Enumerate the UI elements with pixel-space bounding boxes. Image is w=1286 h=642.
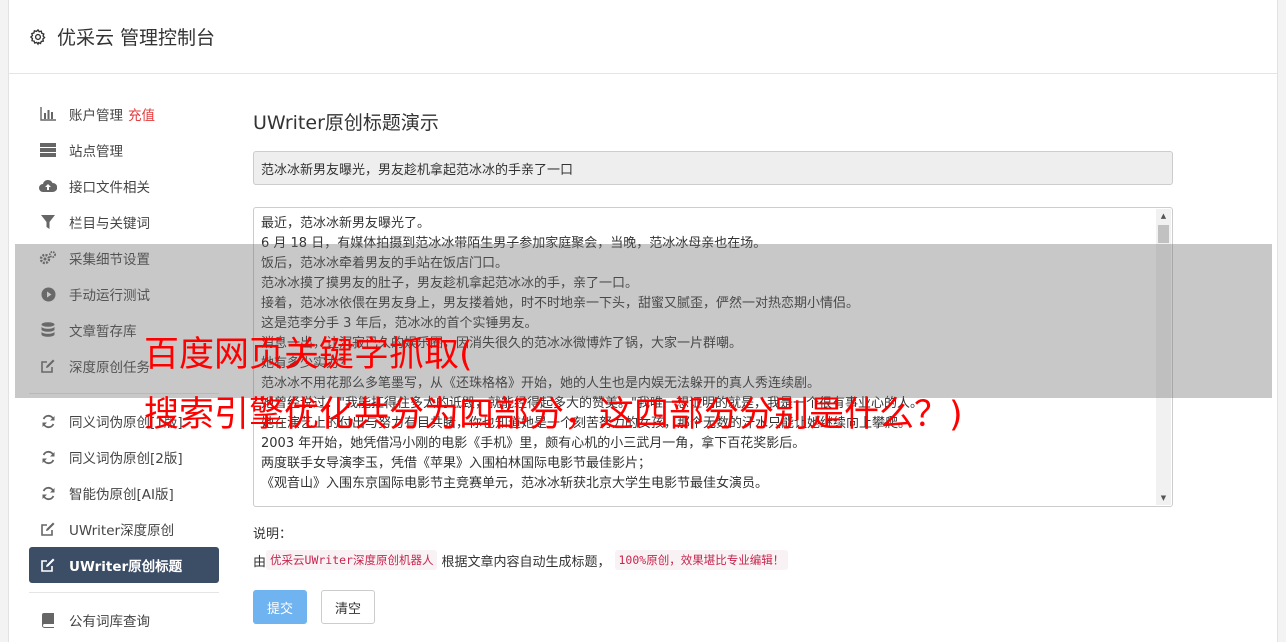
book-icon bbox=[39, 612, 57, 628]
sidebar-item-label: 公有词库查询 bbox=[69, 614, 150, 630]
panel-header: 优采云 管理控制台 bbox=[9, 0, 1277, 74]
cloud-upload-icon bbox=[39, 178, 57, 194]
sidebar-item-label: 接口文件相关 bbox=[69, 180, 150, 196]
article-line: 《观音山》入围东京国际电影节主竞赛单元，范冰冰斩获北京大学生电影节最佳女演员。 bbox=[261, 476, 769, 491]
sidebar-item-synonym-v2[interactable]: 同义词伪原创[2版] bbox=[29, 439, 219, 475]
sidebar-item-label: UWriter原创标题 bbox=[69, 559, 183, 575]
sidebar-item-uwriter-title[interactable]: UWriter原创标题 bbox=[29, 547, 219, 583]
sidebar-item-label: 站点管理 bbox=[69, 144, 123, 160]
note-prefix: 由 bbox=[253, 554, 267, 570]
edit-icon bbox=[39, 557, 57, 573]
article-line: 两度联手女导演李玉，凭借《苹果》入围柏林国际电影节最佳影片； bbox=[261, 456, 652, 471]
sidebar-item-label: 智能伪原创[AI版] bbox=[69, 487, 174, 503]
sidebar-item-columns-keywords[interactable]: 栏目与关键词 bbox=[29, 204, 219, 240]
server-icon bbox=[39, 142, 57, 158]
scroll-down-arrow-icon[interactable]: ▼ bbox=[1156, 491, 1171, 505]
overlay-caption-line2: 搜索引擎优化共分为四部分，这四部分分别是什么？) bbox=[144, 395, 963, 435]
sidebar-item-public-lexicon[interactable]: 公有词库查询 bbox=[29, 602, 219, 638]
note-line: 由 优采云UWriter深度原创机器人 根据文章内容自动生成标题， 100%原创… bbox=[253, 550, 1173, 570]
refresh-icon bbox=[39, 449, 57, 465]
recharge-link[interactable]: 充值 bbox=[128, 104, 155, 124]
article-line: 最近，范冰冰新男友曝光了。 bbox=[261, 216, 431, 231]
refresh-icon bbox=[39, 485, 57, 501]
bar-chart-icon bbox=[39, 106, 57, 122]
form-actions: 提交 清空 bbox=[253, 590, 1173, 624]
edit-icon bbox=[39, 521, 57, 537]
note-label: 说明： bbox=[253, 527, 293, 542]
sidebar-item-uwriter-deep[interactable]: UWriter深度原创 bbox=[29, 511, 219, 547]
overlay-caption-line1: 百度网页关键字抓取( bbox=[144, 335, 473, 375]
refresh-icon bbox=[39, 413, 57, 429]
original-claim-code: 100%原创，效果堪比专业编辑！ bbox=[614, 550, 789, 570]
article-line: 2003 年开始，她凭借冯小刚的电影《手机》里，颇有心机的小三武月一角，拿下百花… bbox=[261, 436, 806, 451]
clear-button[interactable]: 清空 bbox=[321, 590, 375, 624]
sidebar-divider bbox=[29, 592, 219, 593]
note-middle: 根据文章内容自动生成标题， bbox=[441, 554, 611, 570]
console-title: 优采云 管理控制台 bbox=[57, 27, 216, 49]
gear-icon bbox=[29, 28, 47, 46]
sidebar-item-label: 账户管理 bbox=[69, 108, 123, 124]
sidebar-item-sites[interactable]: 站点管理 bbox=[29, 132, 219, 168]
page-title: UWriter原创标题演示 bbox=[253, 112, 439, 134]
robot-name-code: 优采云UWriter深度原创机器人 bbox=[266, 550, 438, 570]
sidebar-item-interface-files[interactable]: 接口文件相关 bbox=[29, 168, 219, 204]
submit-button[interactable]: 提交 bbox=[253, 590, 307, 624]
scrollbar-thumb[interactable] bbox=[1158, 225, 1169, 243]
sidebar-item-label: 栏目与关键词 bbox=[69, 216, 150, 232]
sidebar-item-label: 同义词伪原创[2版] bbox=[69, 451, 183, 467]
sidebar-item-label: UWriter深度原创 bbox=[69, 523, 175, 539]
sidebar-item-ai-rewrite[interactable]: 智能伪原创[AI版] bbox=[29, 475, 219, 511]
generated-title-field[interactable]: 范冰冰新男友曝光，男友趁机拿起范冰冰的手亲了一口 bbox=[253, 151, 1173, 185]
scroll-up-arrow-icon[interactable]: ▲ bbox=[1156, 209, 1171, 223]
filter-icon bbox=[39, 214, 57, 230]
sidebar-item-account[interactable]: 账户管理 充值 bbox=[29, 96, 219, 132]
